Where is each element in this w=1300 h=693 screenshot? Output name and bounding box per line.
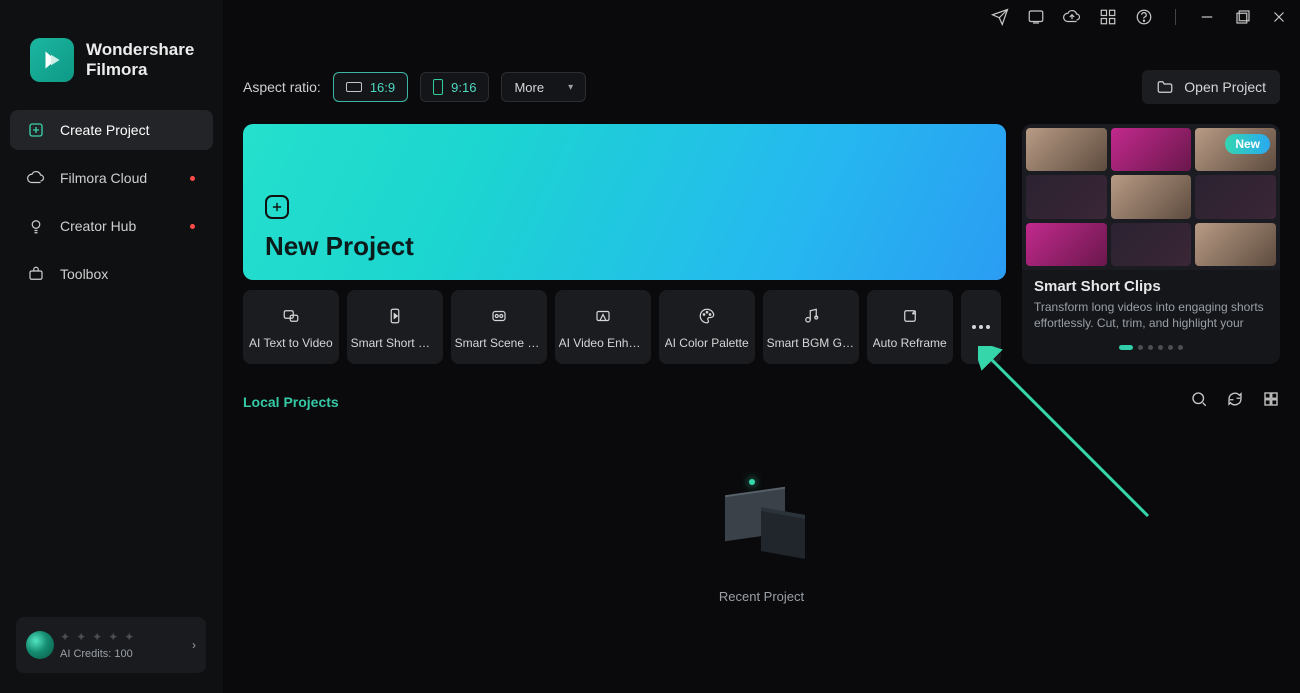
- promo-new-badge: New: [1225, 134, 1270, 154]
- tool-label: Smart BGM Ge...: [767, 336, 855, 350]
- brand: Wondershare Filmora: [8, 0, 215, 110]
- projects-header: Local Projects: [243, 390, 1280, 413]
- plus-square-icon: [26, 121, 46, 139]
- plus-square-icon: [265, 195, 289, 219]
- portrait-rect-icon: [433, 79, 443, 95]
- brand-text: Wondershare Filmora: [86, 40, 194, 79]
- promo-body: Smart Short Clips Transform long videos …: [1022, 270, 1280, 337]
- promo-pagination-dots[interactable]: [1022, 345, 1280, 350]
- tool-ai-text-to-video[interactable]: AI Text to Video: [243, 290, 339, 364]
- chevron-down-icon: ▾: [568, 82, 573, 93]
- more-dots-icon: [972, 325, 990, 329]
- open-project-button[interactable]: Open Project: [1142, 70, 1280, 104]
- aspect-value: 16:9: [370, 80, 395, 95]
- new-project-hero[interactable]: New Project: [243, 124, 1006, 280]
- aspect-9-16-button[interactable]: 9:16: [420, 72, 489, 102]
- promo-title: Smart Short Clips: [1034, 278, 1268, 295]
- short-clips-icon: [386, 304, 404, 328]
- credits-label: AI Credits: 100: [60, 648, 186, 660]
- sidebar-item-label: Creator Hub: [60, 218, 136, 234]
- cloud-icon: [26, 169, 46, 187]
- top-row: Aspect ratio: 16:9 9:16 More ▾ Open Proj…: [243, 68, 1280, 106]
- local-projects-tab[interactable]: Local Projects: [243, 394, 339, 410]
- sidebar-item-filmora-cloud[interactable]: Filmora Cloud: [10, 158, 213, 198]
- tool-more-button[interactable]: [961, 290, 1001, 364]
- tool-label: AI Text to Video: [249, 336, 333, 350]
- aspect-16-9-button[interactable]: 16:9: [333, 72, 408, 102]
- enhance-icon: [594, 304, 612, 328]
- search-icon[interactable]: [1190, 390, 1208, 413]
- brand-logo-icon: [30, 38, 74, 82]
- notification-dot-icon: [190, 224, 195, 229]
- sidebar-item-label: Filmora Cloud: [60, 170, 147, 186]
- globe-avatar-icon: [26, 631, 54, 659]
- reframe-icon: [901, 304, 919, 328]
- promo-card[interactable]: New Smart Short Clips Transform long vid…: [1022, 124, 1280, 364]
- empty-label: Recent Project: [719, 589, 804, 604]
- grid-view-icon[interactable]: [1262, 390, 1280, 413]
- toolbox-icon: [26, 265, 46, 283]
- promo-desc: Transform long videos into engaging shor…: [1034, 299, 1268, 333]
- tool-label: Smart Scene Cut: [455, 336, 543, 350]
- credits-mini-icons: ✦✦✦✦✦: [60, 630, 186, 644]
- sidebar-item-label: Create Project: [60, 122, 149, 138]
- nav-list: Create Project Filmora Cloud Creator Hub…: [8, 110, 215, 294]
- more-label: More: [514, 80, 544, 95]
- brand-line1: Wondershare: [86, 40, 194, 60]
- tool-ai-video-enhance[interactable]: AI Video Enhan...: [555, 290, 651, 364]
- sidebar-item-toolbox[interactable]: Toolbox: [10, 254, 213, 294]
- tool-label: Smart Short Cli...: [351, 336, 439, 350]
- tool-smart-short-clips[interactable]: Smart Short Cli...: [347, 290, 443, 364]
- sidebar-item-create-project[interactable]: Create Project: [10, 110, 213, 150]
- sidebar: Wondershare Filmora Create Project Filmo…: [0, 0, 223, 693]
- tool-smart-scene-cut[interactable]: Smart Scene Cut: [451, 290, 547, 364]
- bulb-icon: [26, 217, 46, 235]
- chevron-right-icon: ›: [192, 638, 196, 652]
- tool-auto-reframe[interactable]: Auto Reframe: [867, 290, 953, 364]
- aspect-value: 9:16: [451, 80, 476, 95]
- tools-row: AI Text to Video Smart Short Cli... Smar…: [243, 290, 1001, 364]
- tool-label: Auto Reframe: [873, 336, 947, 350]
- credits-card[interactable]: ✦✦✦✦✦ AI Credits: 100 ›: [16, 617, 206, 673]
- tool-label: AI Color Palette: [665, 336, 749, 350]
- main: Aspect ratio: 16:9 9:16 More ▾ Open Proj…: [223, 0, 1300, 693]
- refresh-icon[interactable]: [1226, 390, 1244, 413]
- folder-icon: [1156, 78, 1174, 96]
- sidebar-item-label: Toolbox: [60, 266, 108, 282]
- credits-col: ✦✦✦✦✦ AI Credits: 100: [60, 630, 186, 660]
- scene-cut-icon: [490, 304, 508, 328]
- sidebar-item-creator-hub[interactable]: Creator Hub: [10, 206, 213, 246]
- aspect-ratio-label: Aspect ratio:: [243, 79, 321, 95]
- tool-smart-bgm-gen[interactable]: Smart BGM Ge...: [763, 290, 859, 364]
- projects-header-icons: [1190, 390, 1280, 413]
- open-project-label: Open Project: [1184, 79, 1266, 95]
- tool-ai-color-palette[interactable]: AI Color Palette: [659, 290, 755, 364]
- tool-label: AI Video Enhan...: [559, 336, 647, 350]
- mid-row: New Project AI Text to Video Smart Short…: [243, 124, 1280, 364]
- empty-box-icon: [717, 481, 807, 571]
- notification-dot-icon: [190, 176, 195, 181]
- landscape-rect-icon: [346, 82, 362, 92]
- brand-line2: Filmora: [86, 60, 194, 80]
- palette-icon: [698, 304, 716, 328]
- music-ai-icon: [802, 304, 820, 328]
- empty-state: Recent Project: [243, 481, 1280, 604]
- text-to-video-icon: [282, 304, 300, 328]
- hero-title: New Project: [265, 231, 984, 262]
- aspect-more-button[interactable]: More ▾: [501, 72, 586, 102]
